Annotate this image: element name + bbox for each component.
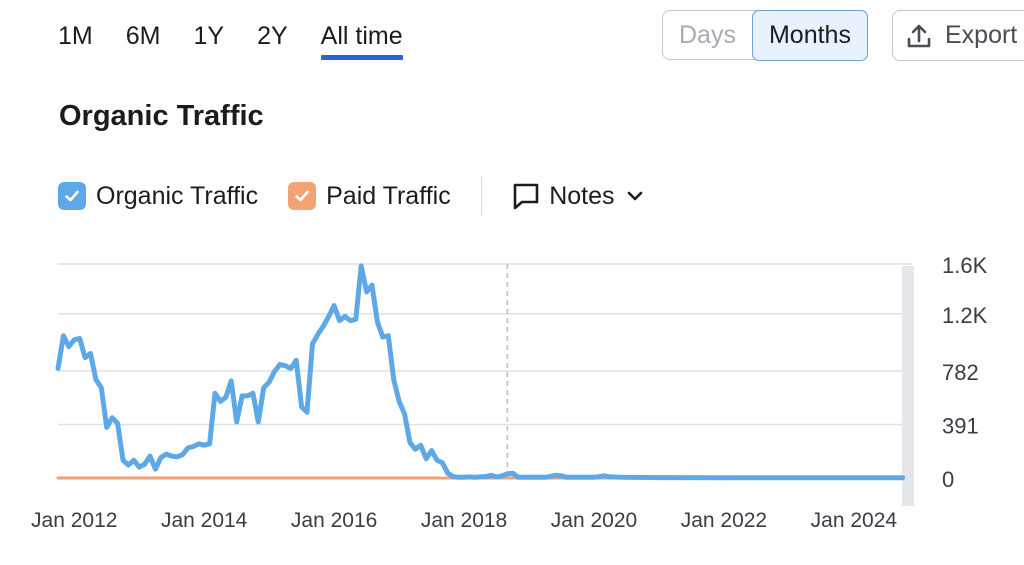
traffic-chart: 0 391 782 1.2K 1.6K Jan 2012 Jan 2014 Jan 2016…	[31, 253, 988, 532]
x-tick-label: Jan 2024	[811, 509, 898, 532]
organic-checkbox[interactable]	[58, 182, 86, 210]
y-axis-labels: 0 391 782 1.2K 1.6K	[942, 253, 988, 492]
paid-checkbox[interactable]	[288, 182, 317, 210]
x-tick-label: Jan 2016	[291, 509, 377, 532]
period-tabs: 1M 6M 1Y 2Y All time	[58, 18, 436, 64]
days-button[interactable]: Days	[663, 11, 752, 59]
export-button[interactable]: Export	[892, 10, 1024, 61]
legend-organic-label: Organic Traffic	[96, 181, 259, 210]
chevron-down-icon	[627, 191, 642, 201]
tab-6m[interactable]: 6M	[126, 18, 161, 60]
upload-icon	[907, 24, 931, 47]
legend-organic-traffic[interactable]: Organic Traffic	[58, 182, 258, 211]
tab-1m[interactable]: 1M	[58, 18, 93, 60]
export-label: Export	[945, 21, 1018, 49]
notes-label: Notes	[549, 181, 615, 210]
grid-lines	[58, 263, 912, 479]
y-tick-label: 1.2K	[942, 303, 988, 328]
x-tick-label: Jan 2014	[161, 509, 248, 532]
chart-title: Organic Traffic	[59, 100, 264, 132]
legend-divider	[480, 177, 483, 215]
x-tick-label: Jan 2020	[551, 509, 637, 532]
granularity-toggle: Days Months	[662, 9, 868, 61]
checkmark-icon	[65, 190, 79, 202]
series-layer	[55, 263, 906, 481]
speech-bubble-icon	[513, 183, 539, 210]
x-tick-label: Jan 2022	[681, 509, 767, 532]
x-tick-label: Jan 2012	[31, 509, 117, 532]
tab-2y[interactable]: 2Y	[257, 18, 288, 60]
checkmark-icon	[295, 190, 309, 202]
legend: Organic Traffic Paid Traffic Notes	[58, 176, 645, 216]
y-tick-label: 1.6K	[942, 253, 988, 278]
y-tick-label: 0	[942, 467, 954, 492]
tab-all-time[interactable]: All time	[320, 18, 403, 60]
y-tick-label: 782	[942, 360, 979, 385]
chart-scroll-edge	[902, 266, 914, 506]
notes-dropdown[interactable]: Notes	[512, 182, 644, 211]
organic-traffic-line	[55, 263, 906, 481]
months-button[interactable]: Months	[751, 9, 868, 61]
tab-1y[interactable]: 1Y	[193, 18, 224, 60]
legend-paid-label: Paid Traffic	[326, 181, 451, 210]
y-tick-label: 391	[942, 414, 979, 439]
legend-paid-traffic[interactable]: Paid Traffic	[288, 182, 451, 211]
x-axis-labels: Jan 2012 Jan 2014 Jan 2016 Jan 2018 Jan 2020…	[31, 509, 897, 532]
x-tick-label: Jan 2018	[421, 509, 507, 532]
